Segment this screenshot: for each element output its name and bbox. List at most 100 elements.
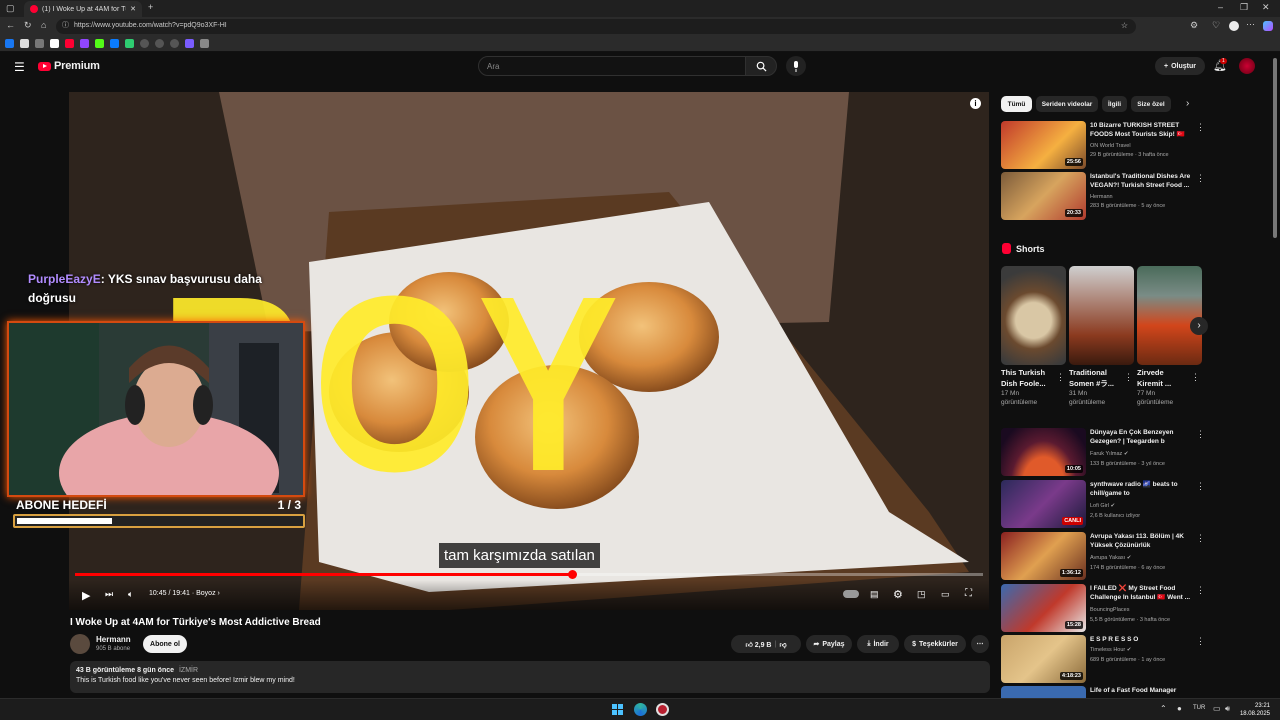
search-input[interactable]: Ara [478, 56, 746, 76]
video-thumbnail[interactable] [1001, 686, 1086, 698]
search-button[interactable] [745, 56, 777, 76]
video-thumbnail[interactable]: 4:18:23 [1001, 635, 1086, 683]
bookmark-globe-icon-3[interactable] [170, 39, 179, 48]
video-card-title[interactable]: synthwave radio 🌌 beats to chill/game to [1090, 481, 1200, 498]
video-thumbnail[interactable]: 10:05 [1001, 428, 1086, 476]
subtitles-icon[interactable]: ▤ [870, 589, 879, 600]
video-card-channel[interactable]: Lofi Girl ✔ [1090, 503, 1115, 509]
app-taskbar-icon[interactable] [656, 703, 669, 716]
voice-search-button[interactable] [786, 56, 806, 76]
tray-icon[interactable]: ● [1177, 704, 1182, 713]
video-thumbnail[interactable]: 20:33 [1001, 172, 1086, 220]
minimize-icon[interactable]: – [1218, 3, 1223, 12]
windows-start-icon[interactable] [612, 704, 623, 715]
short-thumbnail[interactable] [1137, 266, 1202, 365]
taskbar-clock[interactable]: 23:21 18.08.2025 [1240, 702, 1270, 718]
more-vertical-icon[interactable]: ⋮ [1191, 372, 1200, 383]
restore-icon[interactable]: ❐ [1240, 3, 1248, 12]
recommended-video-card[interactable]: 25:56 10 Bizarre TURKISH STREET FOODS Mo… [1001, 121, 1211, 169]
description-box[interactable]: 43 B görüntüleme 8 gün önce İZMİR This i… [70, 661, 990, 693]
page-scrollbar[interactable] [1271, 52, 1280, 698]
video-thumbnail[interactable]: 1:36:12 [1001, 532, 1086, 580]
video-card-channel[interactable]: Avrupa Yakası ✔ [1090, 555, 1131, 561]
account-avatar[interactable] [1239, 58, 1255, 74]
short-thumbnail[interactable] [1001, 266, 1066, 365]
play-icon[interactable]: ▶ [82, 589, 90, 602]
tab-actions-icon[interactable]: ▢ [6, 4, 15, 13]
miniplayer-icon[interactable]: ◳ [917, 589, 926, 600]
more-vertical-icon[interactable]: ⋮ [1196, 173, 1205, 184]
hamburger-menu-icon[interactable]: ☰ [14, 60, 25, 74]
volume-icon[interactable]: 🔈︎ [128, 589, 133, 600]
tray-chevron-icon[interactable]: ⌃ [1160, 704, 1167, 713]
more-vertical-icon[interactable]: ⋮ [1196, 636, 1205, 647]
bookmark-icon-9[interactable] [125, 39, 134, 48]
more-vertical-icon[interactable]: ⋮ [1196, 122, 1205, 133]
speaker-icon[interactable]: 🔊︎ [1225, 704, 1230, 714]
bookmark-icon-4[interactable] [50, 39, 59, 48]
location-tag[interactable]: İZMİR [179, 667, 198, 674]
chip-related[interactable]: İlgili [1102, 96, 1127, 112]
video-thumbnail[interactable]: CANLI [1001, 480, 1086, 528]
bookmark-globe-icon[interactable] [140, 39, 149, 48]
settings-gear-icon[interactable]: ⚙ [893, 588, 903, 601]
subscribe-button[interactable]: Abone ol [143, 635, 187, 653]
short-thumbnail[interactable] [1069, 266, 1134, 365]
bookmark-icon-13[interactable] [185, 39, 194, 48]
back-icon[interactable]: ← [6, 21, 15, 30]
video-card-channel[interactable]: Timeless Hour ✔ [1090, 647, 1131, 653]
video-card-channel[interactable]: Hermann [1090, 194, 1113, 200]
video-card-title[interactable]: Dünyaya En Çok Benzeyen Gezegen? | Teega… [1090, 429, 1200, 446]
scrollbar-thumb[interactable] [1273, 58, 1277, 238]
bookmark-icon-14[interactable] [200, 39, 209, 48]
more-vertical-icon[interactable]: ⋮ [1056, 372, 1065, 383]
bookmark-kick-icon[interactable] [95, 39, 104, 48]
download-button[interactable]: ⤓ İndir [857, 635, 899, 653]
short-card[interactable]: This Turkish Dish Foole... 17 Mn görüntü… [1001, 266, 1066, 407]
bookmark-x-icon[interactable] [20, 39, 29, 48]
more-vertical-icon[interactable]: ⋮ [1196, 481, 1205, 492]
window-close-icon[interactable]: ✕ [1262, 3, 1270, 12]
favorites-icon[interactable]: ♡ [1212, 21, 1220, 30]
recommended-video-card[interactable]: 20:33 Istanbul's Traditional Dishes Are … [1001, 172, 1211, 220]
share-button[interactable]: ➦ Paylaş [806, 635, 852, 653]
more-vertical-icon[interactable]: ⋮ [1124, 372, 1133, 383]
video-card-channel[interactable]: ON World Travel [1090, 143, 1131, 149]
chip-for-you[interactable]: Size özel [1131, 96, 1171, 112]
recommended-video-card[interactable]: 4:18:23 E S P R E S S O Timeless Hour ✔ … [1001, 635, 1211, 683]
network-icon[interactable]: ▭ [1213, 704, 1221, 713]
reload-icon[interactable]: ↻ [24, 21, 32, 30]
create-button[interactable]: + Oluştur [1155, 57, 1205, 75]
video-card-channel[interactable]: Faruk Yılmaz ✔ [1090, 451, 1128, 457]
like-button[interactable]: 👍︎ 2,9 B [745, 640, 771, 649]
recommended-video-card[interactable]: 10:05 Dünyaya En Çok Benzeyen Gezegen? |… [1001, 428, 1211, 476]
short-card[interactable]: Zirvede Kiremit ... 77 Mn görüntüleme [1137, 266, 1202, 407]
theater-mode-icon[interactable]: ▭ [941, 589, 950, 600]
home-icon[interactable]: ⌂ [41, 21, 46, 30]
more-vertical-icon[interactable]: ⋮ [1196, 585, 1205, 596]
recommended-video-card[interactable]: Life of a Fast Food Manager [1001, 686, 1211, 698]
more-vertical-icon[interactable]: ⋮ [1196, 533, 1205, 544]
recommended-video-card[interactable]: 1:36:12 Avrupa Yakası 113. Bölüm | 4K Yü… [1001, 532, 1211, 580]
progress-bar[interactable] [75, 570, 983, 579]
short-card[interactable]: Traditional Somen #ラ... 31 Mn görüntülem… [1069, 266, 1134, 407]
profile-avatar-icon[interactable] [1229, 21, 1239, 31]
new-tab-icon[interactable]: + [148, 3, 153, 12]
video-thumbnail[interactable]: 15:28 [1001, 584, 1086, 632]
bookmark-youtube-icon[interactable] [65, 39, 74, 48]
favorite-star-icon[interactable]: ☆ [1121, 22, 1128, 30]
channel-avatar[interactable] [70, 634, 90, 654]
video-card-channel[interactable]: BouncingPlaces [1090, 607, 1129, 613]
site-info-icon[interactable]: ⓘ [62, 22, 69, 29]
edge-browser-icon[interactable] [634, 703, 647, 716]
video-card-title[interactable]: Avrupa Yakası 113. Bölüm | 4K Yüksek Çöz… [1090, 533, 1200, 550]
video-thumbnail[interactable]: 25:56 [1001, 121, 1086, 169]
tab-close-icon[interactable]: ✕ [130, 5, 136, 13]
browser-tab[interactable]: (1) I Woke Up at 4AM for Türkiye ✕ [24, 1, 142, 17]
video-card-title[interactable]: I FAILED ❌ My Street Food Challenge In I… [1090, 585, 1200, 602]
thanks-button[interactable]: $ Teşekkürler [904, 635, 966, 653]
recommended-video-card[interactable]: 15:28 I FAILED ❌ My Street Food Challeng… [1001, 584, 1211, 632]
fullscreen-icon[interactable]: ⛶ [965, 588, 972, 599]
channel-name[interactable]: Hermann [96, 635, 131, 644]
next-video-icon[interactable]: ⏭ [105, 589, 113, 600]
